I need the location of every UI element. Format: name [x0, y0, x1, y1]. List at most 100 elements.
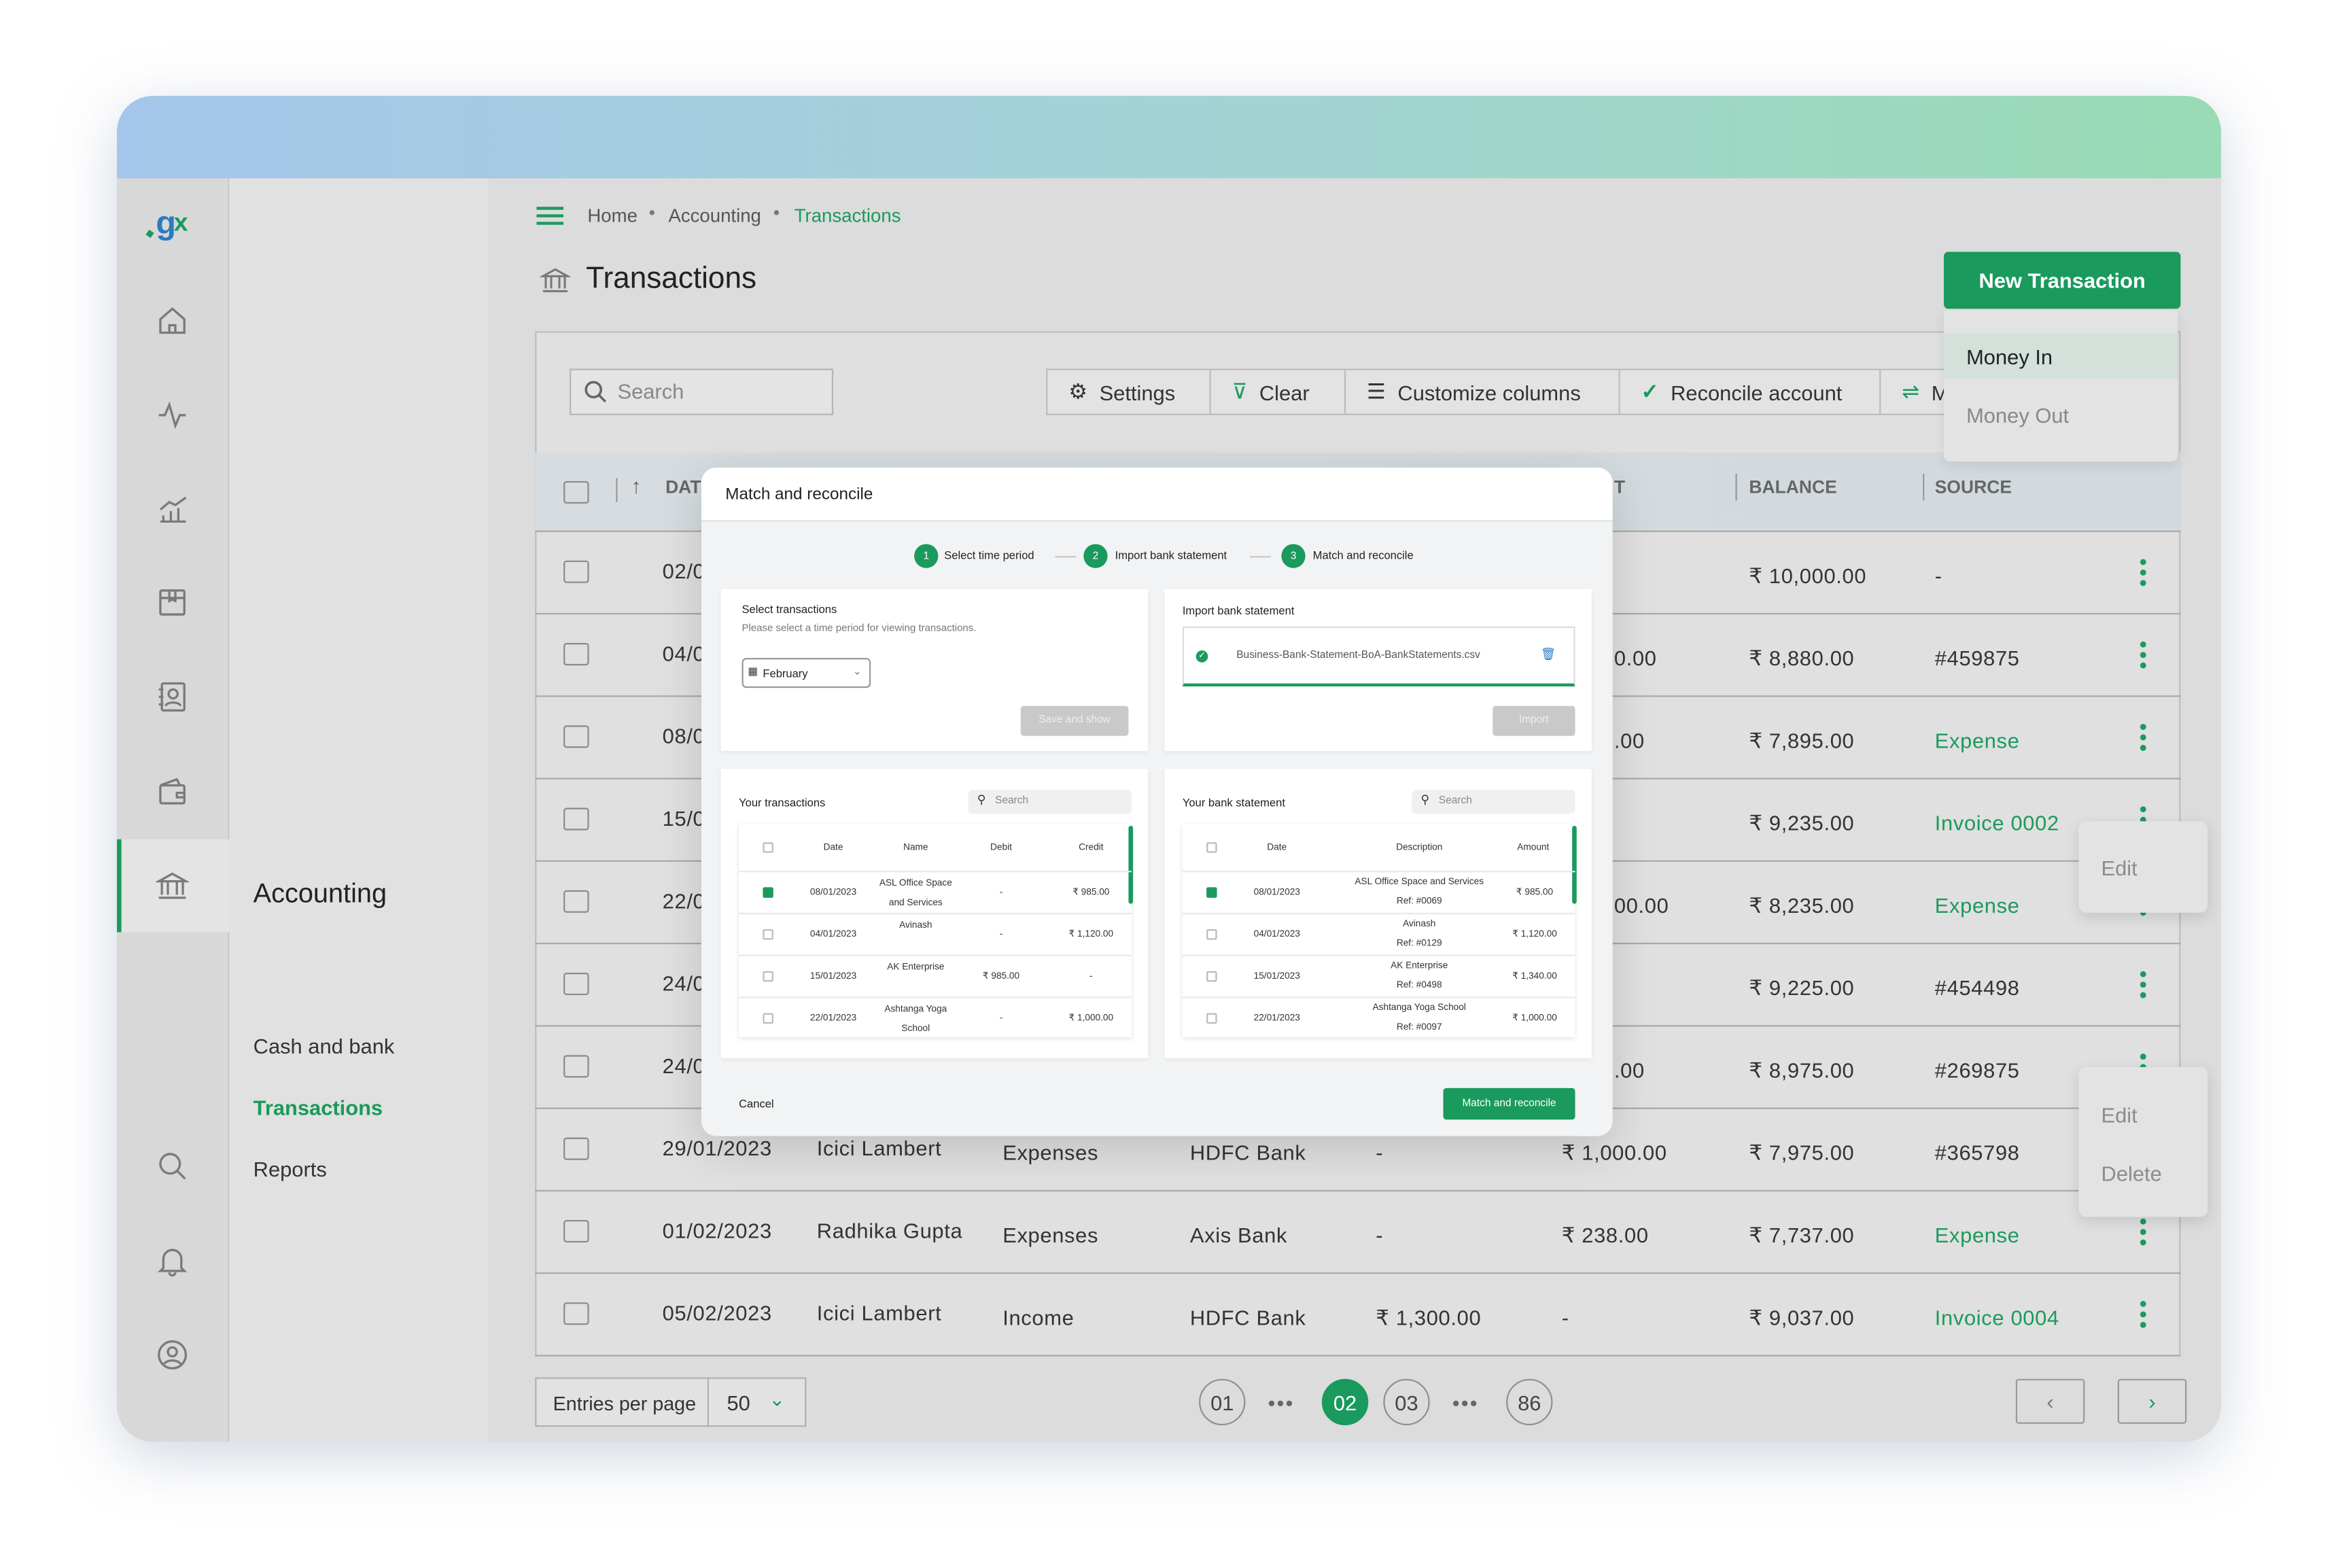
row-checkbox[interactable]	[763, 971, 773, 982]
your-transactions-search[interactable]: ⚲ Search	[968, 790, 1132, 814]
row-checkbox[interactable]	[563, 1055, 589, 1078]
cell-description: Avinash	[1403, 918, 1436, 930]
cell-bank: Axis Bank	[1189, 1223, 1288, 1247]
breadcrumb-accounting[interactable]: Accounting	[668, 205, 761, 226]
menu-item-money-in[interactable]: Money In	[1944, 332, 2178, 379]
save-and-show-button[interactable]: Save and show	[1020, 705, 1129, 736]
sidebar-item-reports[interactable]: Reports	[254, 1157, 327, 1181]
row-checkbox[interactable]	[763, 929, 773, 940]
select-all-checkbox[interactable]	[1206, 842, 1217, 853]
menu-item-money-out[interactable]: Money Out	[1966, 403, 2069, 427]
kebab-menu-icon[interactable]	[2139, 971, 2148, 1001]
kebab-menu-icon[interactable]	[2139, 1218, 2148, 1249]
bank-icon[interactable]	[154, 869, 190, 903]
cell-source[interactable]: Expense	[1935, 729, 2020, 752]
cell-debit: ₹ 1,300.00	[1376, 1305, 1482, 1329]
cell-balance: ₹ 10,000.00	[1749, 563, 1867, 588]
cell-source[interactable]: Expense	[1935, 893, 2020, 917]
breadcrumb-home[interactable]: Home	[587, 205, 638, 226]
row-checkbox[interactable]	[1206, 971, 1217, 982]
row-checkbox[interactable]	[1206, 929, 1217, 940]
cell-source[interactable]: Invoice 0002	[1935, 811, 2059, 835]
menu-icon[interactable]	[536, 205, 564, 226]
row-checkbox[interactable]	[563, 973, 589, 996]
secondary-sidebar: Accounting Cash and bank Transactions Re…	[229, 178, 489, 1442]
menu-edit[interactable]: Edit	[2101, 856, 2138, 879]
row-checkbox[interactable]	[763, 887, 773, 898]
window-title-bar	[116, 96, 2221, 179]
row-checkbox[interactable]	[563, 725, 589, 748]
activity-icon[interactable]	[156, 399, 189, 432]
wallet-icon[interactable]	[156, 775, 189, 808]
customize-columns-button[interactable]: ☰ Customize columns	[1344, 368, 1620, 415]
cell-amount: ₹ 1,000.00	[1512, 1013, 1557, 1024]
row-checkbox[interactable]	[1206, 1013, 1217, 1024]
select-all-checkbox[interactable]	[563, 481, 589, 504]
month-select[interactable]: ▦ February ⌄	[741, 658, 871, 689]
select-all-checkbox[interactable]	[763, 842, 773, 853]
cell-balance: ₹ 8,975.00	[1749, 1058, 1855, 1083]
new-transaction-button[interactable]: New Transaction	[1944, 251, 2181, 309]
table-row: 15/01/2023 AK Enterprise Ref: #0498 ₹ 1,340…	[1182, 954, 1575, 997]
row-checkbox[interactable]	[763, 1013, 773, 1024]
cell-date: 05/02/2023	[662, 1301, 772, 1325]
row-checkbox[interactable]	[563, 1137, 589, 1160]
page-01[interactable]: 01	[1199, 1378, 1246, 1426]
menu-delete[interactable]: Delete	[2101, 1162, 2162, 1185]
kebab-menu-icon[interactable]	[2139, 559, 2148, 589]
search-input[interactable]: Search	[569, 368, 834, 415]
file-name: Business-Bank-Statement-BoA-BankStatemen…	[1236, 650, 1480, 661]
settings-button[interactable]: ⚙ Settings	[1046, 368, 1211, 415]
cell-balance: ₹ 8,880.00	[1749, 646, 1855, 670]
bank-statement-search[interactable]: ⚲ Search	[1412, 790, 1575, 814]
page-03[interactable]: 03	[1383, 1378, 1430, 1426]
row-checkbox[interactable]	[563, 1302, 589, 1325]
kebab-menu-icon[interactable]	[2139, 641, 2148, 672]
row-checkbox[interactable]	[563, 890, 589, 913]
bell-icon[interactable]	[156, 1244, 189, 1277]
row-checkbox[interactable]	[563, 807, 589, 831]
match-and-reconcile-button[interactable]: Match and reconcile	[1443, 1087, 1575, 1120]
kebab-menu-icon[interactable]	[2139, 724, 2148, 754]
row-checkbox[interactable]	[563, 642, 589, 666]
header-date[interactable]: DAT	[665, 476, 701, 498]
kebab-menu-icon[interactable]	[2139, 1301, 2148, 1331]
chart-icon[interactable]	[156, 493, 189, 526]
match-reconcile-modal: Match and reconcile 1 Select time period…	[701, 467, 1613, 1136]
header-balance[interactable]: BALANCE	[1749, 476, 1836, 498]
entries-per-page: Entries per page 50 ⌄	[535, 1377, 807, 1427]
next-page-button[interactable]: ›	[2117, 1378, 2187, 1424]
trash-icon[interactable]: 🗑	[1541, 648, 1556, 661]
row-checkbox[interactable]	[563, 1219, 589, 1243]
row-checkbox[interactable]	[563, 560, 589, 583]
sidebar-item-cash-and-bank[interactable]: Cash and bank	[254, 1034, 395, 1058]
cell-date: 22/0	[662, 888, 705, 913]
match-button[interactable]: ⇌ M	[1879, 368, 1955, 415]
entries-select[interactable]: 50 ⌄	[709, 1379, 805, 1425]
home-icon[interactable]	[156, 304, 189, 338]
sidebar-item-transactions[interactable]: Transactions	[254, 1096, 383, 1119]
header-source[interactable]: SOURCE	[1935, 476, 2012, 498]
user-icon[interactable]	[156, 1338, 189, 1372]
cell-source[interactable]: Expense	[1935, 1223, 2020, 1247]
import-button[interactable]: Import	[1493, 705, 1575, 736]
swap-icon: ⇌	[1902, 379, 1920, 404]
cancel-button[interactable]: Cancel	[739, 1097, 774, 1111]
prev-page-button[interactable]: ‹	[2015, 1378, 2085, 1424]
cell-date: 08/01/2023	[809, 887, 857, 898]
header-amount[interactable]: T	[1614, 476, 1625, 498]
settings-label: Settings	[1099, 379, 1176, 404]
row-checkbox[interactable]	[1206, 887, 1217, 898]
cell-source[interactable]: Invoice 0004	[1935, 1306, 2059, 1329]
box-icon[interactable]	[156, 586, 189, 619]
page-02-current[interactable]: 02	[1321, 1378, 1369, 1426]
page-86[interactable]: 86	[1506, 1378, 1553, 1426]
reconcile-account-button[interactable]: ✓ Reconcile account	[1618, 368, 1881, 415]
menu-edit[interactable]: Edit	[2101, 1103, 2138, 1127]
search-icon[interactable]	[156, 1149, 189, 1183]
clear-button[interactable]: ⊽ Clear	[1209, 368, 1346, 415]
contacts-icon[interactable]	[156, 680, 189, 714]
page-title: Transactions	[586, 262, 757, 296]
sort-up-icon[interactable]: ↑	[631, 474, 641, 498]
customize-columns-label: Customize columns	[1397, 379, 1581, 404]
